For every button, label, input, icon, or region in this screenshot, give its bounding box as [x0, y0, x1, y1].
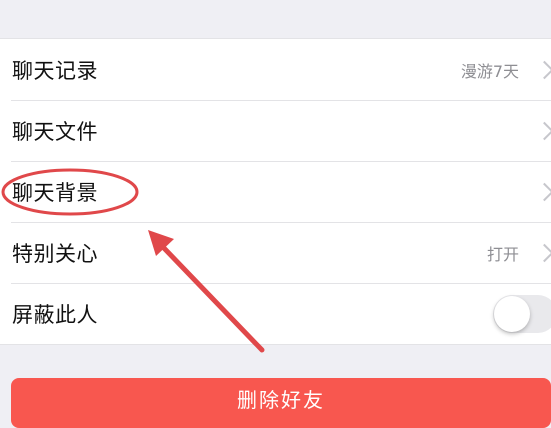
delete-friend-button[interactable]: 删除好友: [11, 378, 551, 428]
row-value-roaming: 漫游7天: [460, 61, 519, 81]
row-label-block-user: 屏蔽此人: [12, 302, 98, 327]
top-spacer: [0, 0, 551, 38]
row-label-chat-background: 聊天背景: [12, 180, 98, 205]
block-user-toggle[interactable]: [493, 294, 551, 333]
settings-list: 聊天记录 漫游7天 聊天文件 聊天背景 特别关心 打开 屏蔽此人: [0, 38, 551, 345]
chevron-right-icon: [535, 182, 551, 201]
row-label-special-care: 特别关心: [12, 241, 98, 266]
row-block-user: 屏蔽此人: [0, 283, 551, 344]
chevron-right-icon: [535, 243, 551, 262]
row-special-care[interactable]: 特别关心 打开: [0, 222, 551, 283]
toggle-knob: [494, 295, 530, 332]
chevron-right-icon: [535, 60, 551, 79]
row-chat-files[interactable]: 聊天文件: [0, 100, 551, 161]
row-value-special-care: 打开: [486, 244, 519, 264]
row-label-chat-files: 聊天文件: [12, 119, 98, 144]
row-chat-history[interactable]: 聊天记录 漫游7天: [0, 39, 551, 100]
row-chat-background[interactable]: 聊天背景: [0, 161, 551, 222]
chevron-right-icon: [535, 121, 551, 140]
row-label-chat-history: 聊天记录: [12, 58, 98, 83]
